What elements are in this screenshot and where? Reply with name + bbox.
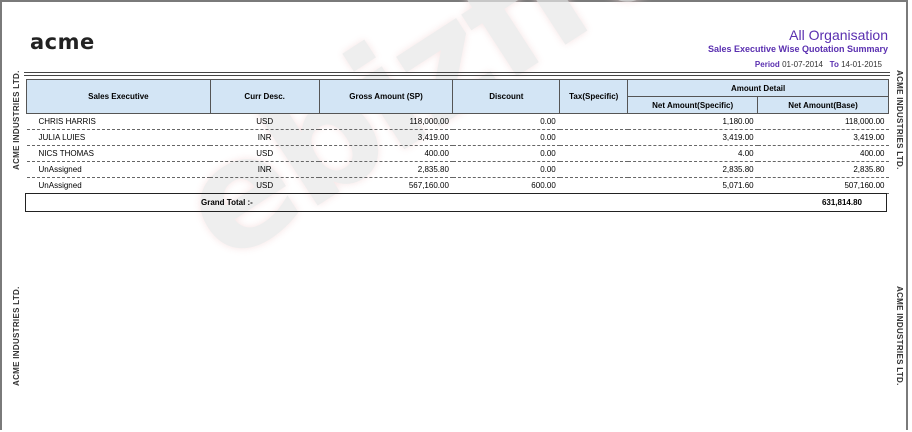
table-row: UnAssigned INR 2,835.80 0.00 2,835.80 2,…: [26, 161, 889, 178]
cell-executive: UnAssigned: [26, 161, 211, 178]
cell-executive: NICS THOMAS: [26, 145, 211, 162]
col-amount-detail: Amount Detail: [627, 79, 889, 97]
side-text-right-bottom: ACME INDUSTRIES LTD.: [895, 286, 904, 386]
grand-total-label: Grand Total :-: [201, 198, 253, 207]
col-curr-desc: Curr Desc.: [209, 79, 320, 114]
report-title: Sales Executive Wise Quotation Summary: [708, 44, 888, 54]
cell-discount: 0.00: [452, 161, 560, 178]
cell-net-base: 400.00: [757, 145, 889, 162]
cell-currency: INR: [210, 161, 320, 178]
table-row: JULIA LUIES INR 3,419.00 0.00 3,419.00 3…: [26, 129, 889, 146]
period-line: Period 01-07-2014 To 14-01-2015: [755, 60, 882, 69]
cell-net-specific: 3,419.00: [627, 129, 758, 146]
cell-currency: INR: [210, 129, 320, 146]
organisation-title: All Organisation: [789, 27, 888, 43]
cell-net-base: 3,419.00: [757, 129, 889, 146]
grand-total-value: 631,814.80: [821, 198, 862, 207]
cell-gross: 567,160.00: [319, 177, 453, 194]
cell-discount: 0.00: [452, 145, 560, 162]
table-row: NICS THOMAS USD 400.00 0.00 4.00 400.00: [26, 145, 889, 162]
side-text-left-top: ACME INDUSTRIES LTD.: [12, 70, 21, 170]
cell-tax: [559, 161, 628, 178]
cell-net-specific: 5,071.60: [627, 177, 758, 194]
cell-net-base: 2,835.80: [757, 161, 889, 178]
cell-net-specific: 1,180.00: [627, 113, 758, 130]
period-from: 01-07-2014: [782, 60, 823, 69]
cell-gross: 400.00: [319, 145, 453, 162]
cell-tax: [559, 145, 628, 162]
to-label: To: [829, 60, 839, 69]
cell-discount: 0.00: [452, 113, 560, 130]
table-row: UnAssigned USD 567,160.00 600.00 5,071.6…: [26, 177, 889, 194]
cell-executive: UnAssigned: [26, 177, 211, 194]
grand-total-row: Grand Total :- 631,814.80: [25, 193, 887, 212]
cell-net-specific: 2,835.80: [627, 161, 758, 178]
cell-tax: [559, 113, 628, 130]
cell-executive: CHRIS HARRIS: [26, 113, 211, 130]
cell-net-base: 118,000.00: [757, 113, 889, 130]
col-gross-amount: Gross Amount (SP): [318, 79, 454, 114]
cell-executive: JULIA LUIES: [26, 129, 211, 146]
col-discount: Discount: [452, 79, 561, 114]
header-rule-2: [24, 75, 890, 76]
cell-tax: [559, 129, 628, 146]
col-tax: Tax(Specific): [559, 79, 629, 114]
col-sales-executive: Sales Executive: [26, 79, 211, 114]
cell-net-specific: 4.00: [627, 145, 758, 162]
quotation-summary-table: Sales Executive Curr Desc. Gross Amount …: [26, 79, 889, 194]
period-label: Period: [754, 60, 780, 69]
cell-gross: 3,419.00: [319, 129, 453, 146]
cell-gross: 118,000.00: [319, 113, 453, 130]
cell-gross: 2,835.80: [319, 161, 453, 178]
side-text-right-top: ACME INDUSTRIES LTD.: [895, 70, 904, 170]
cell-currency: USD: [210, 145, 320, 162]
cell-currency: USD: [210, 177, 320, 194]
col-net-specific: Net Amount(Specific): [627, 96, 759, 114]
col-net-base: Net Amount(Base): [757, 96, 889, 114]
cell-tax: [559, 177, 628, 194]
header-rule: [24, 72, 890, 73]
company-logo: acme: [30, 30, 95, 54]
side-text-left-bottom: ACME INDUSTRIES LTD.: [12, 286, 21, 386]
cell-discount: 0.00: [452, 129, 560, 146]
cell-discount: 600.00: [452, 177, 560, 194]
cell-net-base: 507,160.00: [757, 177, 889, 194]
table-row: CHRIS HARRIS USD 118,000.00 0.00 1,180.0…: [26, 113, 889, 130]
period-to: 14-01-2015: [841, 60, 882, 69]
cell-currency: USD: [210, 113, 320, 130]
